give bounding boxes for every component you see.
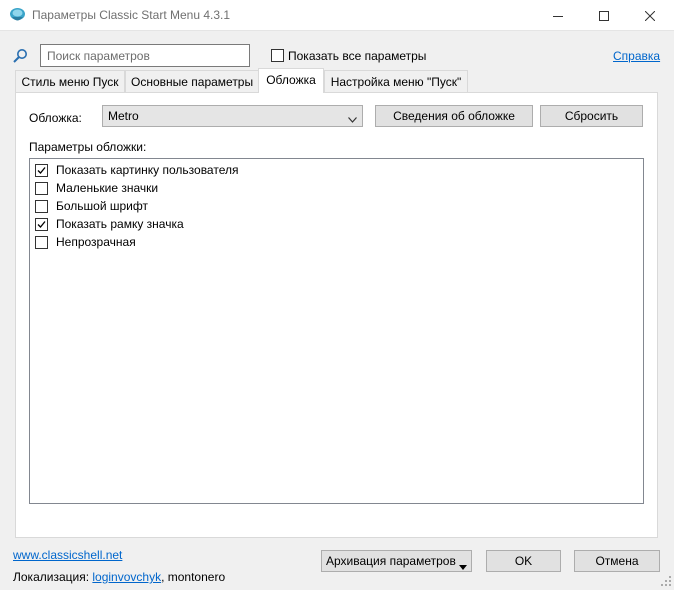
skin-options-label: Параметры обложки: [29,140,147,154]
chevron-down-icon [348,112,357,126]
localization-other: , montonero [161,570,226,584]
close-button[interactable] [627,0,673,31]
maximize-button[interactable] [581,0,627,31]
ok-button[interactable]: OK [486,550,561,572]
list-item[interactable]: Показать картинку пользователя [35,161,238,179]
tab-skin[interactable]: Обложка [258,68,324,93]
maximize-icon [599,10,609,21]
option-checkbox[interactable] [35,163,48,177]
show-all-checkbox[interactable] [271,49,284,62]
skin-options-list[interactable]: Показать картинку пользователя Маленькие… [29,158,644,504]
show-all-label[interactable]: Показать все параметры [288,49,426,63]
reset-button[interactable]: Сбросить [540,105,643,127]
search-input[interactable] [40,44,250,67]
tab-customize-start-menu[interactable]: Настройка меню "Пуск" [324,70,468,92]
skin-dropdown[interactable]: Metro [102,105,363,127]
option-label: Маленькие значки [56,181,159,195]
localization-author-link[interactable]: loginvovchyk [92,570,161,584]
option-checkbox[interactable] [35,217,48,231]
localization-credits: Локализация: loginvovchyk, montonero [13,570,225,584]
option-label: Непрозрачная [56,235,136,249]
tab-start-menu-style[interactable]: Стиль меню Пуск [15,70,125,92]
option-checkbox[interactable] [35,181,48,195]
shell-icon [9,7,26,24]
option-checkbox[interactable] [35,199,48,213]
window-title: Параметры Classic Start Menu 4.3.1 [32,8,231,22]
resize-grip-icon[interactable] [660,575,672,587]
option-label: Показать рамку значка [56,217,184,231]
skin-info-button[interactable]: Сведения об обложке [375,105,533,127]
list-item[interactable]: Большой шрифт [35,197,148,215]
help-link[interactable]: Справка [613,49,660,63]
skin-selected-value: Metro [108,109,139,123]
minimize-icon [553,11,563,21]
website-link[interactable]: www.classicshell.net [13,548,122,562]
option-label: Большой шрифт [56,199,148,213]
option-checkbox[interactable] [35,235,48,249]
list-item[interactable]: Непрозрачная [35,233,136,251]
backup-settings-label: Архивация параметров [326,554,456,568]
search-icon [12,48,28,64]
cancel-button[interactable]: Отмена [574,550,660,572]
localization-label: Локализация: [13,570,90,584]
close-icon [645,10,655,21]
minimize-button[interactable] [535,0,581,31]
option-label: Показать картинку пользователя [56,163,239,177]
skin-label: Обложка: [29,111,82,125]
list-item[interactable]: Показать рамку значка [35,215,184,233]
tab-basic-settings[interactable]: Основные параметры [125,70,259,92]
dropdown-arrow-icon [459,559,467,573]
list-item[interactable]: Маленькие значки [35,179,158,197]
backup-settings-button[interactable]: Архивация параметров [321,550,472,572]
